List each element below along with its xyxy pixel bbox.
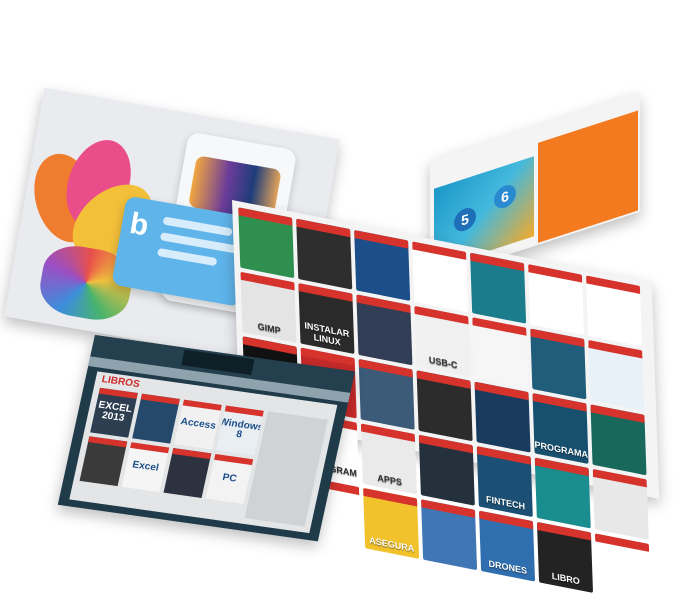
magazine-cover[interactable]	[528, 264, 585, 336]
magazine-cover[interactable]: PROGRAMA	[532, 392, 589, 464]
book-cover[interactable]	[132, 393, 180, 444]
magazine-cover-label	[618, 464, 620, 470]
magazine-cover[interactable]	[421, 499, 478, 571]
magazine-cover[interactable]: APPS	[360, 423, 417, 495]
website-screenshot: LIBROS EXCEL 2013 Access Windows 8 Excel PC	[57, 335, 355, 542]
magazine-cover[interactable]	[585, 275, 643, 347]
book-cover-label: Windows 8	[218, 416, 264, 441]
magazine-cover[interactable]	[418, 434, 475, 506]
magazine-cover[interactable]	[588, 339, 645, 411]
magazine-cover-label	[266, 267, 268, 273]
magazine-cover[interactable]	[472, 317, 529, 389]
magazine-cover[interactable]: DRONES	[478, 510, 536, 582]
magazine-cover-label: APPS	[377, 472, 403, 488]
magazine-cover[interactable]	[354, 229, 411, 301]
magazine-cover[interactable]	[356, 294, 413, 366]
book-cover[interactable]: EXCEL 2013	[90, 387, 138, 438]
book-cover-label: Access	[179, 416, 217, 432]
magazine-cover-label	[386, 418, 388, 424]
book-cover-label: EXCEL 2013	[97, 399, 134, 424]
number-badge: 5	[454, 205, 476, 235]
magazine-cover-label: GIMP	[257, 321, 281, 336]
magazine-cover-label: USB-C	[428, 354, 458, 371]
magazine-cover-label	[498, 312, 500, 318]
magazine-cover-label: LIBRO	[551, 570, 580, 587]
magazine-cover[interactable]	[534, 457, 591, 529]
magazine-cover[interactable]	[590, 404, 647, 476]
magazine-cover-label	[558, 388, 560, 394]
magazine-cover-label	[556, 324, 558, 330]
number-badge: 6	[494, 182, 516, 212]
magazine-cover[interactable]	[592, 468, 649, 540]
book-cover-label: Excel	[131, 459, 160, 474]
book-grid: EXCEL 2013 Access Windows 8 Excel PC	[79, 387, 264, 504]
magazine-cover-label	[440, 301, 442, 307]
book-cover-label: PC	[221, 472, 238, 485]
magazine-cover-label	[616, 399, 618, 405]
magazine-cover-label	[614, 335, 616, 341]
magazine-cover[interactable]: LIBRO	[536, 521, 594, 593]
book-cover[interactable]: Excel	[121, 442, 170, 493]
magazine-cover-label	[444, 430, 446, 436]
magazine-cover[interactable]	[474, 381, 531, 453]
apps-collage-right	[538, 110, 638, 243]
magazine-cover-label	[502, 441, 504, 447]
magazine-cover-label	[384, 354, 386, 360]
magazine-cover[interactable]: ASEGURA	[363, 487, 420, 559]
magazine-cover-label	[500, 377, 502, 383]
magazine-cover-label	[621, 528, 623, 534]
magazine-cover[interactable]: FINTECH	[476, 446, 533, 518]
magazine-cover[interactable]	[530, 328, 587, 400]
magazine-cover-label: DRONES	[488, 558, 528, 577]
magazine-cover[interactable]	[594, 533, 651, 605]
magazine-cover-label	[449, 559, 451, 565]
magazine-cover-label	[382, 289, 384, 295]
book-cover[interactable]: Windows 8	[216, 405, 264, 456]
book-cover[interactable]	[79, 436, 128, 487]
magazine-cover-label	[623, 593, 625, 599]
magazine-cover-label	[447, 494, 449, 500]
magazine-cover-label: ASEGURA	[369, 535, 415, 554]
magazine-cover[interactable]: GIMP	[240, 271, 297, 343]
magazine-cover[interactable]	[470, 252, 527, 324]
magazine-cover[interactable]: INSTALAR LINUX	[298, 283, 355, 355]
magazine-cover[interactable]	[416, 370, 473, 442]
magazine-cover-label	[333, 536, 335, 542]
magazine-cover[interactable]	[358, 358, 415, 430]
book-cover[interactable]: PC	[205, 453, 254, 504]
magazine-cover-label	[324, 278, 326, 284]
site-body: LIBROS EXCEL 2013 Access Windows 8 Excel PC	[69, 371, 338, 534]
magazine-cover-label	[563, 517, 565, 523]
magazine-cover[interactable]	[412, 241, 469, 313]
book-cover[interactable]: Access	[174, 399, 222, 450]
magazine-cover[interactable]: USB-C	[414, 305, 471, 377]
magazine-cover[interactable]	[296, 218, 353, 290]
book-cover[interactable]	[163, 448, 212, 498]
b-logo-icon: b	[127, 206, 152, 243]
magazine-cover[interactable]	[238, 207, 295, 279]
